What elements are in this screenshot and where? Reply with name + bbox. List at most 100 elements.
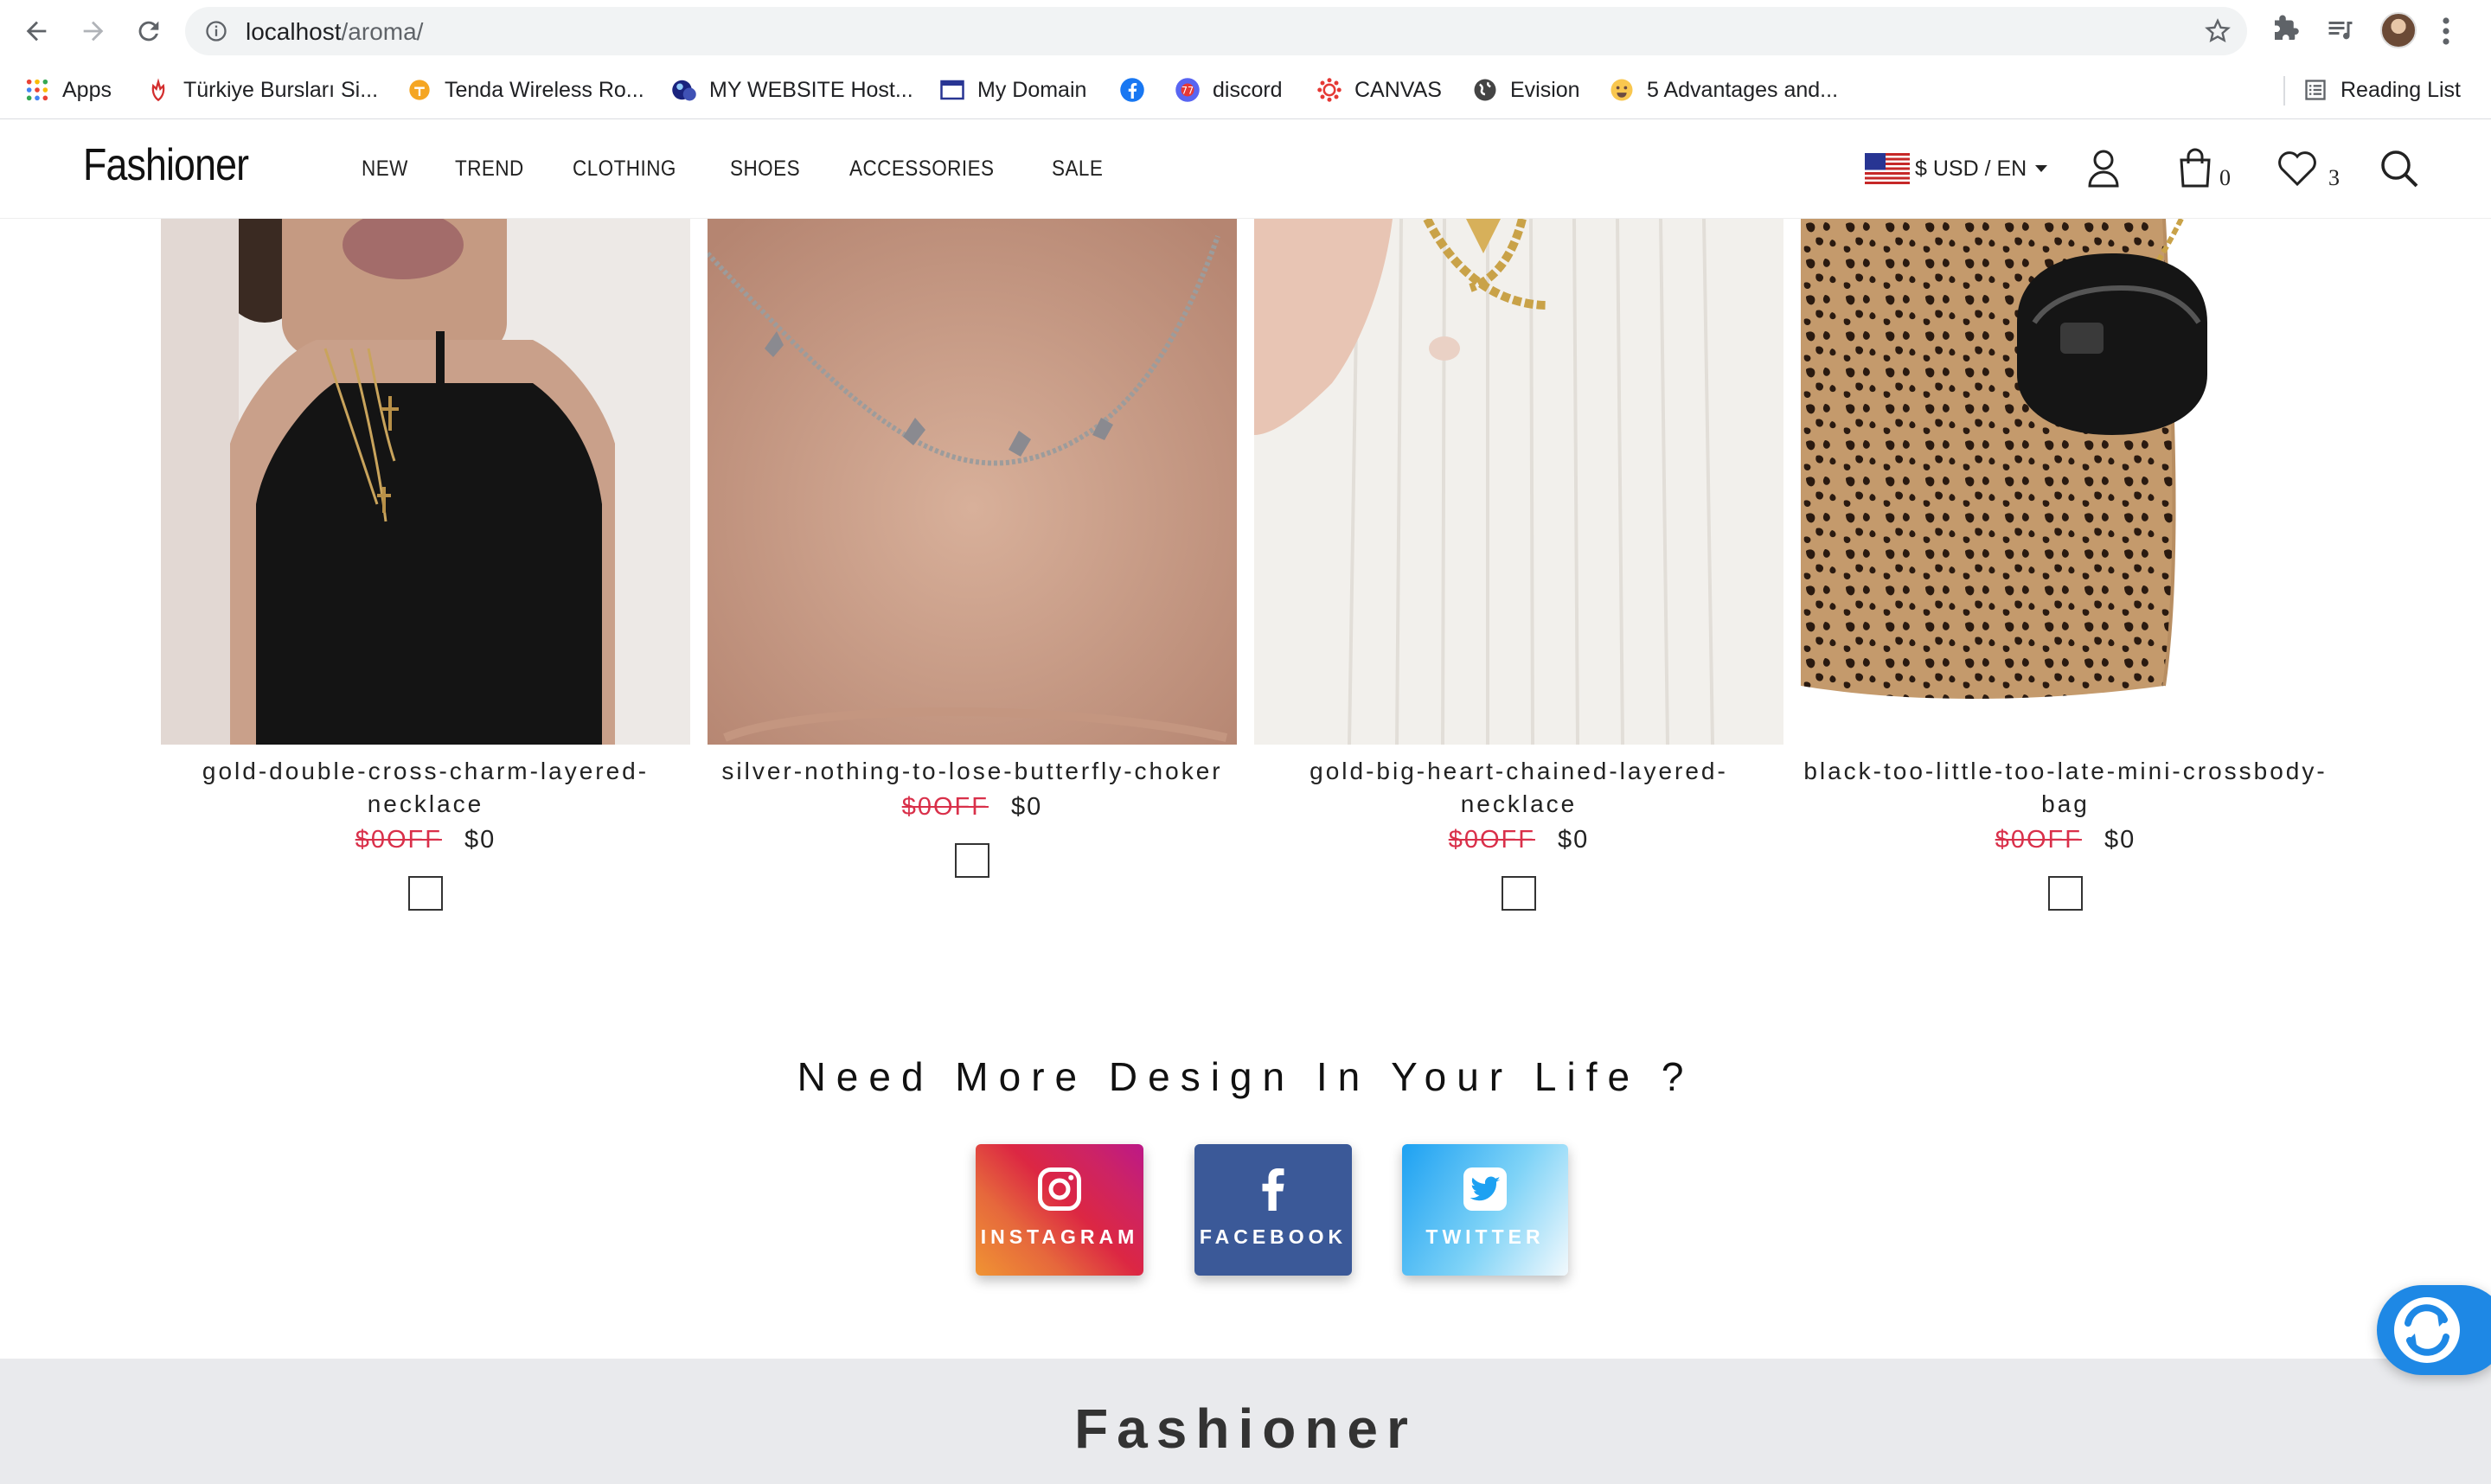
arrow-right-icon bbox=[83, 21, 104, 42]
bookmark-tenda[interactable]: Tenda Wireless Ro... bbox=[407, 74, 644, 106]
address-bar[interactable]: localhost/aroma/ bbox=[185, 7, 2247, 55]
old-price: $0OFF bbox=[1448, 826, 1535, 854]
media-queue-icon[interactable] bbox=[2325, 14, 2356, 45]
bookmark-label: My Domain bbox=[977, 77, 1087, 102]
price-row: $0OFF $0 bbox=[1254, 821, 1783, 859]
emoji-icon bbox=[1609, 77, 1635, 103]
tenda-icon bbox=[407, 77, 432, 103]
bookmark-label: discord bbox=[1213, 77, 1283, 102]
bookmark-label: MY WEBSITE Host... bbox=[709, 77, 913, 102]
compare-checkbox[interactable] bbox=[1502, 876, 1536, 911]
twitter-icon bbox=[1463, 1167, 1507, 1211]
reload-button[interactable] bbox=[130, 12, 168, 50]
back-button[interactable] bbox=[17, 12, 55, 50]
product-name[interactable]: silver-nothing-to-lose-butterfly-choker bbox=[708, 755, 1237, 788]
product-photo-heart-necklace-white-top bbox=[1254, 219, 1783, 745]
wishlist-count: 3 bbox=[2328, 165, 2340, 190]
facebook-icon bbox=[1262, 1167, 1284, 1211]
product-card: silver-nothing-to-lose-butterfly-choker … bbox=[708, 219, 1237, 878]
compare-checkbox[interactable] bbox=[2048, 876, 2083, 911]
compare-checkbox[interactable] bbox=[408, 876, 443, 911]
footer-logo[interactable]: Fashioner bbox=[0, 1397, 2491, 1461]
bookmark-my-domain[interactable]: My Domain bbox=[939, 74, 1086, 106]
nav-shoes[interactable]: SHOES bbox=[730, 157, 800, 182]
bookmark-apps[interactable]: Apps bbox=[24, 74, 112, 106]
product-name[interactable]: black-too-little-too-late-mini-crossbody… bbox=[1801, 755, 2330, 821]
price-row: $0OFF $0 bbox=[161, 821, 690, 859]
product-image[interactable] bbox=[161, 219, 690, 745]
bookmark-my-website[interactable]: MY WEBSITE Host... bbox=[671, 74, 913, 106]
apps-grid-icon bbox=[24, 77, 50, 103]
info-icon[interactable] bbox=[204, 19, 228, 43]
site-header: Fashioner NEW TREND CLOTHING SHOES ACCES… bbox=[0, 120, 2491, 219]
bookmark-label: CANVAS bbox=[1354, 77, 1442, 102]
forward-button[interactable] bbox=[74, 12, 112, 50]
globe-icon bbox=[1472, 77, 1498, 103]
product-image[interactable] bbox=[1254, 219, 1783, 745]
compare-checkbox[interactable] bbox=[955, 843, 989, 878]
search-icon[interactable] bbox=[2379, 146, 2420, 191]
nav-new[interactable]: NEW bbox=[362, 157, 408, 182]
facebook-icon bbox=[1119, 77, 1145, 103]
product-name[interactable]: gold-double-cross-charm-layered-necklace bbox=[161, 755, 690, 821]
site-logo[interactable]: Fashioner bbox=[83, 139, 249, 191]
chevron-down-icon bbox=[2035, 165, 2048, 172]
reading-list-label: Reading List bbox=[2341, 77, 2461, 102]
wishlist-heart-icon[interactable] bbox=[2275, 146, 2320, 191]
nav-accessories[interactable]: ACCESSORIES bbox=[849, 157, 994, 182]
product-name[interactable]: gold-big-heart-chained-layered-necklace bbox=[1254, 755, 1783, 821]
nav-clothing[interactable]: CLOTHING bbox=[573, 157, 676, 182]
bookmark-canvas[interactable]: CANVAS bbox=[1316, 74, 1442, 106]
social-cta-heading: Need More Design In Your Life ? bbox=[797, 1054, 1694, 1099]
canvas-icon bbox=[1316, 77, 1342, 103]
chat-bubble-icon bbox=[2394, 1297, 2460, 1363]
chat-widget-button[interactable] bbox=[2377, 1285, 2491, 1375]
current-price: $0 bbox=[1011, 793, 1043, 821]
account-icon[interactable] bbox=[2083, 146, 2124, 191]
nav-sale[interactable]: SALE bbox=[1052, 157, 1103, 182]
domain-icon bbox=[939, 77, 965, 103]
old-price: $0OFF bbox=[1995, 826, 2082, 854]
bookmark-label: Apps bbox=[62, 77, 112, 102]
product-photo-crossbody-bag bbox=[1801, 219, 2330, 745]
price-row: $0OFF $0 bbox=[708, 788, 1237, 826]
instagram-link[interactable]: INSTAGRAM bbox=[976, 1144, 1143, 1276]
bookmark-evision[interactable]: Evision bbox=[1472, 74, 1580, 106]
bookmark-facebook[interactable] bbox=[1119, 74, 1157, 106]
url-text: localhost/aroma/ bbox=[246, 18, 423, 46]
product-photo-necklace-black-top bbox=[161, 219, 690, 745]
profile-avatar[interactable] bbox=[2380, 12, 2417, 48]
nav-trend[interactable]: TREND bbox=[455, 157, 524, 182]
bookmark-5-advantages[interactable]: 5 Advantages and... bbox=[1609, 74, 1838, 106]
facebook-link[interactable]: FACEBOOK bbox=[1194, 1144, 1352, 1276]
product-card: gold-double-cross-charm-layered-necklace… bbox=[161, 219, 690, 911]
extensions-puzzle-icon[interactable] bbox=[2270, 14, 2301, 45]
old-price: $0OFF bbox=[901, 793, 989, 821]
old-price: $0OFF bbox=[355, 826, 442, 854]
bookmark-label: 5 Advantages and... bbox=[1647, 77, 1839, 102]
product-photo-butterfly-choker bbox=[708, 219, 1237, 745]
current-price: $0 bbox=[1558, 826, 1590, 854]
currency-label: $ USD / EN bbox=[1915, 156, 2027, 181]
product-image[interactable] bbox=[708, 219, 1237, 745]
reload-icon bbox=[138, 21, 159, 42]
host-icon bbox=[671, 77, 697, 103]
currency-selector[interactable]: $ USD / EN bbox=[1865, 153, 2048, 184]
browser-menu-icon[interactable] bbox=[2441, 16, 2451, 47]
bookmarks-divider bbox=[2283, 76, 2285, 106]
arrow-left-icon bbox=[26, 21, 47, 42]
bookmark-turkiye[interactable]: Türkiye Bursları Si... bbox=[145, 74, 378, 106]
product-image[interactable] bbox=[1801, 219, 2330, 745]
bookmark-discord[interactable]: 77 discord bbox=[1175, 74, 1283, 106]
svg-text:77: 77 bbox=[1181, 85, 1194, 96]
twitter-label: TWITTER bbox=[1425, 1225, 1545, 1248]
cart-bag-icon[interactable] bbox=[2174, 146, 2216, 191]
instagram-icon bbox=[1038, 1167, 1081, 1211]
current-price: $0 bbox=[464, 826, 496, 854]
product-card: gold-big-heart-chained-layered-necklace … bbox=[1254, 219, 1783, 911]
bookmark-star-icon[interactable] bbox=[2204, 17, 2232, 45]
tulip-icon bbox=[145, 77, 171, 103]
main-nav: NEW TREND CLOTHING SHOES ACCESSORIES SAL… bbox=[362, 157, 1150, 182]
twitter-link[interactable]: TWITTER bbox=[1402, 1144, 1568, 1276]
reading-list-button[interactable]: Reading List bbox=[2302, 74, 2461, 106]
